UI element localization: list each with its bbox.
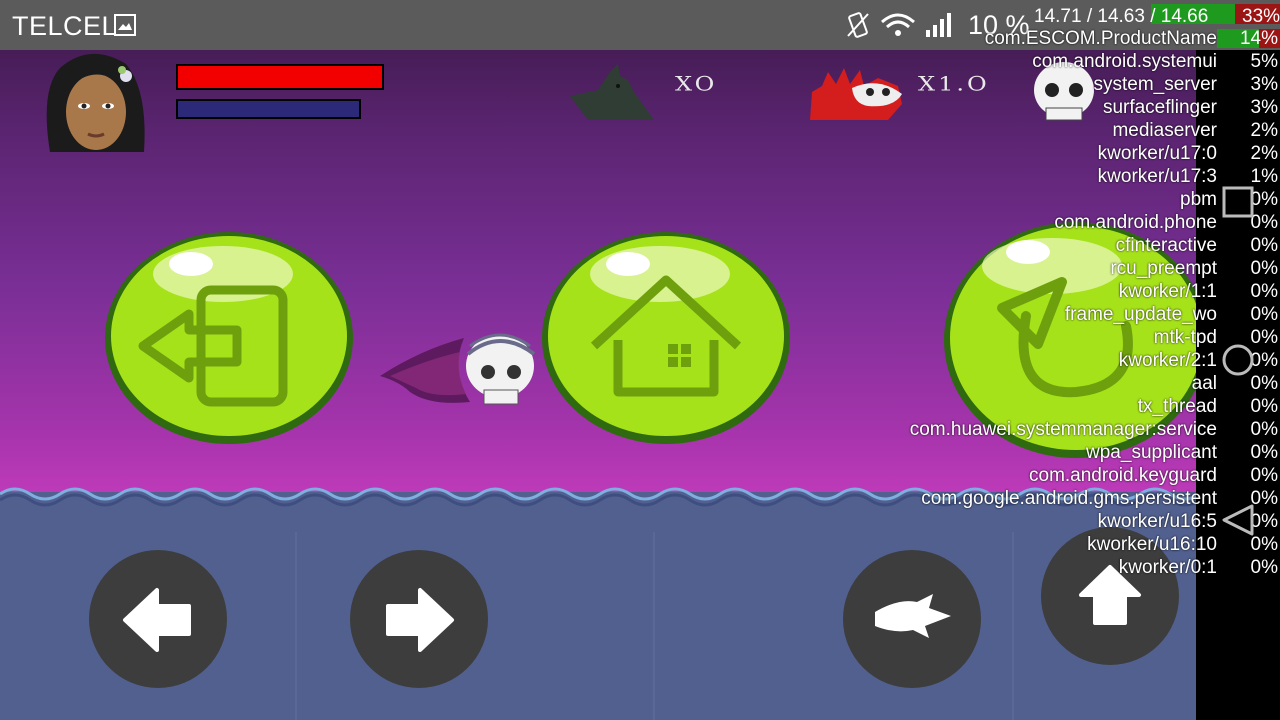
process-name: com.android.systemui xyxy=(1032,51,1217,72)
jackal-enemy-icon xyxy=(570,64,654,120)
process-row: kworker/u17:0 2% xyxy=(700,143,1280,166)
process-row: kworker/u16:5 0% xyxy=(700,511,1280,534)
process-row: system_server 3% xyxy=(700,74,1280,97)
process-name: kworker/u16:10 xyxy=(1087,534,1217,555)
home-nav-button[interactable] xyxy=(1220,342,1256,378)
process-row: aal 0% xyxy=(700,373,1280,396)
process-row: kworker/u16:10 0% xyxy=(700,534,1280,557)
process-cpu: 0% xyxy=(1250,557,1278,578)
process-cpu: 0% xyxy=(1250,465,1278,486)
exit-button[interactable] xyxy=(103,230,355,446)
cpu-total: 33% xyxy=(1242,6,1280,27)
process-name: kworker/2:1 xyxy=(1118,350,1217,371)
process-name: aal xyxy=(1191,373,1217,394)
arrow-left-icon xyxy=(123,588,191,652)
process-cpu: 0% xyxy=(1250,235,1278,256)
player-avatar xyxy=(40,50,152,152)
process-name: com.ESCOM.ProductName xyxy=(984,28,1217,49)
square-icon xyxy=(1222,186,1254,218)
process-row: mediaserver 2% xyxy=(700,120,1280,143)
process-row: com.android.keyguard 0% xyxy=(700,465,1280,488)
arrow-right-icon xyxy=(386,588,454,652)
process-name: rcu_preempt xyxy=(1110,258,1217,279)
process-cpu: 14% xyxy=(1239,28,1278,49)
process-cpu: 2% xyxy=(1250,120,1278,141)
process-name: surfaceflinger xyxy=(1102,97,1217,118)
process-name: mediaserver xyxy=(1112,120,1217,141)
process-row: kworker/1:1 0% xyxy=(700,281,1280,304)
process-row: kworker/u17:3 1% xyxy=(700,166,1280,189)
process-row: surfaceflinger 3% xyxy=(700,97,1280,120)
move-right-button[interactable] xyxy=(350,550,488,688)
process-row: com.android.systemui 5% xyxy=(700,51,1280,74)
process-name: wpa_supplicant xyxy=(1086,442,1217,463)
process-name: com.google.android.gms.persistent xyxy=(921,488,1217,509)
process-row: cfinteractive 0% xyxy=(700,235,1280,258)
gallery-icon xyxy=(114,14,136,36)
process-row: tx_thread 0% xyxy=(700,396,1280,419)
health-bar xyxy=(176,64,384,90)
process-cpu: 3% xyxy=(1250,97,1278,118)
process-name: mtk-tpd xyxy=(1153,327,1217,348)
process-row: mtk-tpd 0% xyxy=(700,327,1280,350)
process-name: system_server xyxy=(1093,74,1217,95)
process-cpu: 0% xyxy=(1250,396,1278,417)
process-row: wpa_supplicant 0% xyxy=(700,442,1280,465)
process-name: cfinteractive xyxy=(1115,235,1217,256)
process-name: kworker/u16:5 xyxy=(1097,511,1217,532)
mana-bar xyxy=(176,99,362,119)
circle-icon xyxy=(1222,344,1254,376)
carrier-label: TELCEL xyxy=(12,11,118,41)
process-row: kworker/0:1 0% xyxy=(700,557,1280,580)
process-cpu: 5% xyxy=(1250,51,1278,72)
move-left-button[interactable] xyxy=(89,550,227,688)
process-name: pbm xyxy=(1180,189,1217,210)
process-row: com.ESCOM.ProductName 14% xyxy=(700,28,1280,51)
process-cpu: 3% xyxy=(1250,74,1278,95)
process-cpu: 2% xyxy=(1250,143,1278,164)
process-row: pbm 0% xyxy=(700,189,1280,212)
process-row: com.android.phone 0% xyxy=(700,212,1280,235)
process-name: com.huawei.systemmanager:service xyxy=(909,419,1217,440)
process-cpu: 0% xyxy=(1250,442,1278,463)
process-name: kworker/u17:0 xyxy=(1097,143,1217,164)
load-average: 14.71 / 14.63 / 14.66 xyxy=(1034,6,1209,27)
process-cpu: 0% xyxy=(1250,281,1278,302)
process-row: rcu_preempt 0% xyxy=(700,258,1280,281)
process-name: kworker/0:1 xyxy=(1118,557,1217,578)
player-character xyxy=(380,333,536,405)
process-name: kworker/u17:3 xyxy=(1097,166,1217,187)
process-row: com.huawei.systemmanager:service 0% xyxy=(700,419,1280,442)
recents-nav-button[interactable] xyxy=(1220,184,1256,220)
process-name: com.android.phone xyxy=(1054,212,1217,233)
process-cpu: 0% xyxy=(1250,258,1278,279)
process-row: com.google.android.gms.persistent 0% xyxy=(700,488,1280,511)
process-name: com.android.keyguard xyxy=(1029,465,1217,486)
process-cpu: 0% xyxy=(1250,304,1278,325)
triangle-back-icon xyxy=(1222,504,1254,536)
process-name: frame_update_wo xyxy=(1064,304,1217,325)
process-row: frame_update_wo 0% xyxy=(700,304,1280,327)
process-name: tx_thread xyxy=(1137,396,1217,417)
process-cpu: 0% xyxy=(1250,419,1278,440)
process-row: kworker/2:1 0% xyxy=(700,350,1280,373)
process-name: kworker/1:1 xyxy=(1118,281,1217,302)
back-nav-button[interactable] xyxy=(1220,502,1256,538)
